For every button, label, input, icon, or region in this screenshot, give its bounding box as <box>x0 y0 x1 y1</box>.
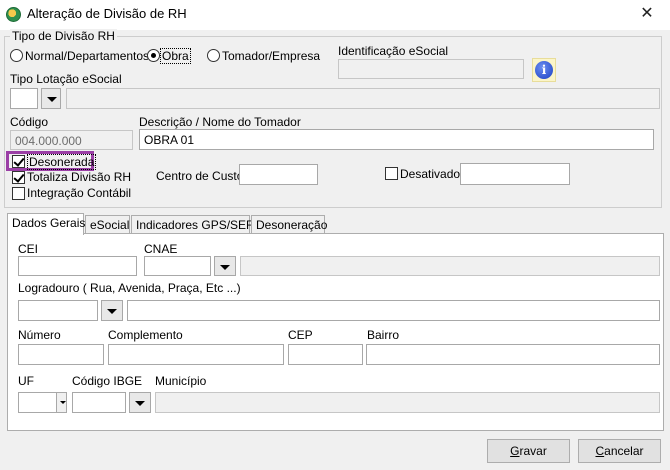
cei-label: CEI <box>18 242 39 256</box>
integracao-checkbox[interactable] <box>12 187 25 200</box>
complemento-label: Complemento <box>108 328 183 342</box>
app-logo-icon <box>6 7 21 22</box>
identificacao-field[interactable] <box>338 59 524 79</box>
desativado-input[interactable] <box>460 163 570 185</box>
info-icon: i <box>535 61 553 79</box>
tab-esocial[interactable]: eSocial <box>85 215 130 234</box>
gravar-rest: ravar <box>519 444 547 458</box>
uf-label: UF <box>18 374 34 388</box>
codigo-field[interactable]: 004.000.000 <box>10 130 133 150</box>
tab-dados-gerais[interactable]: Dados Gerais <box>7 213 85 235</box>
cancelar-rest: ancelar <box>604 444 644 458</box>
cancelar-button[interactable]: Cancelar <box>578 439 661 463</box>
info-button[interactable]: i <box>532 58 556 82</box>
logradouro-type-input[interactable] <box>18 300 98 321</box>
totaliza-label[interactable]: Totaliza Divisão RH <box>27 170 131 184</box>
centro-custo-input[interactable] <box>239 164 318 185</box>
radio-obra[interactable] <box>147 49 160 62</box>
ibge-input[interactable] <box>72 392 126 413</box>
desonerada-checkbox[interactable] <box>12 155 25 168</box>
gravar-mnemonic: G <box>510 444 520 458</box>
radio-tomador[interactable] <box>207 49 220 62</box>
cnae-description <box>240 256 660 276</box>
gravar-button[interactable]: Gravar <box>487 439 570 463</box>
chevron-down-icon <box>56 393 66 412</box>
logradouro-input[interactable] <box>127 300 660 321</box>
descricao-input[interactable]: OBRA 01 <box>139 129 654 150</box>
ibge-label: Código IBGE <box>72 374 143 388</box>
uf-select[interactable] <box>18 392 67 413</box>
title-bar: Alteração de Divisão de RH ✕ <box>0 0 670 30</box>
window-title: Alteração de Divisão de RH <box>27 6 187 21</box>
ibge-dropdown[interactable] <box>129 392 151 413</box>
descricao-label: Descrição / Nome do Tomador <box>139 115 301 129</box>
numero-label: Número <box>18 328 61 342</box>
tipo-divisao-group-title: Tipo de Divisão RH <box>10 29 117 43</box>
municipio-description <box>155 392 660 413</box>
radio-obra-label[interactable]: Obra <box>160 48 191 64</box>
cnae-dropdown[interactable] <box>214 256 236 276</box>
tipo-lotacao-label: Tipo Lotação eSocial <box>10 72 122 86</box>
desativado-checkbox[interactable] <box>385 167 398 180</box>
cep-label: CEP <box>288 328 313 342</box>
desativado-label[interactable]: Desativado <box>400 167 460 181</box>
codigo-label: Código <box>10 115 49 129</box>
logradouro-dropdown[interactable] <box>101 300 123 321</box>
tipo-lotacao-description <box>66 88 660 109</box>
bairro-label: Bairro <box>367 328 400 342</box>
bairro-input[interactable] <box>366 344 660 365</box>
cei-input[interactable] <box>18 256 137 276</box>
cep-input[interactable] <box>288 344 363 365</box>
tab-indicadores[interactable]: Indicadores GPS/SEFIP <box>131 215 265 234</box>
radio-tomador-label[interactable]: Tomador/Empresa <box>222 49 320 63</box>
close-icon[interactable]: ✕ <box>632 2 662 26</box>
logradouro-label: Logradouro ( Rua, Avenida, Praça, Etc ..… <box>18 281 241 295</box>
radio-normal[interactable] <box>10 49 23 62</box>
tipo-lotacao-dropdown[interactable] <box>41 88 61 109</box>
cnae-code-input[interactable] <box>144 256 211 276</box>
municipio-label: Município <box>155 374 207 388</box>
cancelar-mnemonic: C <box>595 444 605 458</box>
centro-custo-label: Centro de Custo <box>156 169 244 183</box>
identificacao-label: Identificação eSocial <box>338 44 449 58</box>
numero-input[interactable] <box>18 344 104 365</box>
tab-desoneracao[interactable]: Desoneração <box>251 215 327 234</box>
complemento-input[interactable] <box>108 344 284 365</box>
radio-normal-label[interactable]: Normal/Departamentos <box>25 49 149 63</box>
integracao-label[interactable]: Integração Contábil <box>27 186 131 200</box>
cnae-label: CNAE <box>144 242 178 256</box>
desonerada-label[interactable]: Desonerada <box>27 154 97 170</box>
totaliza-checkbox[interactable] <box>12 171 25 184</box>
tipo-lotacao-code-input[interactable] <box>10 88 38 109</box>
